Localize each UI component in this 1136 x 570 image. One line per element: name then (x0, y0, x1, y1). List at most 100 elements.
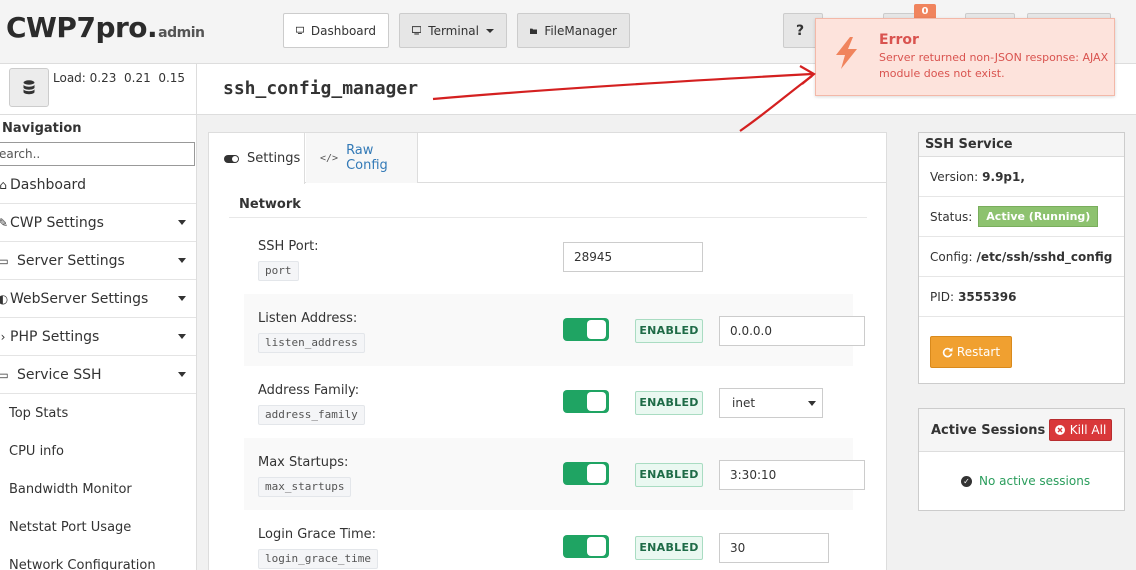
login-grace-time-toggle[interactable] (563, 535, 609, 558)
sidebar-subitem-top-stats[interactable]: Top Stats (0, 394, 196, 432)
version-label: Version: (930, 169, 979, 184)
divider (229, 217, 867, 218)
sidebar-item-server-settings[interactable]: ▭ Server Settings (0, 242, 196, 280)
terminal-button[interactable]: Terminal (399, 13, 507, 48)
folder-icon (530, 28, 538, 34)
setting-row-login-grace-time: Login Grace Time: login_grace_time ENABL… (244, 510, 853, 570)
setting-key: port (258, 261, 299, 281)
chevron-down-icon (178, 220, 186, 225)
filemanager-button[interactable]: FileManager (517, 13, 630, 48)
status-badge: ENABLED (635, 391, 703, 415)
tab-raw-config[interactable]: </> Raw Config (306, 133, 418, 183)
setting-row-max-startups: Max Startups: max_startups ENABLED 3:30:… (244, 438, 865, 510)
sidebar-subitem-netstat-port-usage[interactable]: Netstat Port Usage (0, 508, 196, 546)
help-icon: ? (796, 22, 805, 39)
page-title: ssh_config_manager (223, 78, 419, 99)
filemanager-label: FileManager (544, 23, 617, 38)
config-label: Config: (930, 249, 973, 264)
no-sessions-text: No active sessions (979, 474, 1091, 488)
kill-all-button[interactable]: Kill All (1049, 419, 1112, 441)
sidebar-item-label: WebServer Settings (10, 290, 149, 307)
ssh-service-title: SSH Service (919, 133, 1124, 157)
max-startups-toggle[interactable] (563, 462, 609, 485)
restart-label: Restart (956, 345, 1001, 359)
logo-main: CWP7pro. (6, 11, 158, 44)
tab-label: Settings (247, 151, 301, 166)
sidebar-item-label: PHP Settings (10, 328, 100, 345)
dashboard-button[interactable]: Dashboard (283, 13, 389, 48)
monitor-icon (412, 26, 422, 35)
setting-row-listen-address: Listen Address: listen_address ENABLED 0… (244, 294, 865, 366)
dashboard-label: Dashboard (310, 23, 376, 38)
error-toast[interactable]: Error Server returned non-JSON response:… (815, 18, 1115, 96)
ssh-version: Version: 9.9p1, (919, 157, 1124, 197)
setting-label: Address Family: (258, 383, 360, 398)
sidebar-item-dashboard[interactable]: ⌂ Dashboard (0, 166, 196, 204)
sidebar-item-php-settings[interactable]: › PHP Settings (0, 318, 196, 356)
sidebar-item-label: CWP Settings (10, 214, 104, 231)
logo[interactable]: CWP7pro.admin (6, 11, 205, 44)
globe-icon: ◐ (0, 292, 9, 306)
server-load: Load: 0.23 0.21 0.15 (53, 71, 186, 85)
setting-label: Listen Address: (258, 311, 358, 326)
listen-address-toggle[interactable] (563, 318, 609, 341)
monitor-icon: ▭ (0, 254, 9, 268)
setting-key: address_family (258, 405, 365, 425)
sidebar-item-webserver-settings[interactable]: ◐ WebServer Settings (0, 280, 196, 318)
code-icon: › (0, 329, 6, 344)
setting-label: Max Startups: (258, 455, 349, 470)
pid-label: PID: (930, 289, 955, 304)
chevron-down-icon (178, 258, 186, 263)
chevron-down-icon (486, 28, 494, 33)
tab-label: Raw Config (346, 143, 388, 173)
listen-address-input[interactable]: 0.0.0.0 (719, 316, 865, 346)
status-badge: ENABLED (635, 463, 703, 487)
lightning-icon (836, 37, 857, 69)
sidebar-subitem-network-configuration[interactable]: Network Configuration (0, 546, 196, 570)
setting-key: listen_address (258, 333, 365, 353)
monitor-icon (296, 26, 304, 34)
status-label: Status: (930, 209, 973, 224)
login-grace-time-input[interactable]: 30 (719, 533, 829, 563)
active-sessions-title: Active Sessions (931, 423, 1046, 438)
sidebar-item-label: Dashboard (10, 176, 86, 193)
sidebar-subitem-cpu-info[interactable]: CPU info (0, 432, 196, 470)
setting-label: SSH Port: (258, 239, 319, 254)
config-value: /etc/ssh/sshd_config (976, 249, 1113, 264)
config-panel: Settings </> Raw Config Network SSH Port… (208, 132, 887, 570)
sidebar-search-input[interactable]: earch.. (0, 142, 195, 166)
tab-settings[interactable]: Settings (209, 133, 305, 184)
setting-label: Login Grace Time: (258, 527, 377, 542)
terminal-label: Terminal (428, 23, 479, 38)
status-badge: ENABLED (635, 536, 703, 560)
code-icon: </> (320, 152, 339, 164)
ssh-service-panel: SSH Service Version: 9.9p1, Status: Acti… (918, 132, 1125, 384)
ssh-config-path: Config: /etc/ssh/sshd_config (919, 237, 1124, 277)
sidebar-item-cwp-settings[interactable]: ✎ CWP Settings (0, 204, 196, 242)
no-sessions-message: ✓ No active sessions (961, 474, 1090, 488)
divider (196, 64, 197, 115)
status-badge: Active (Running) (978, 206, 1099, 227)
setting-key: max_startups (258, 477, 352, 497)
address-family-select[interactable]: inet (719, 388, 823, 418)
home-icon: ⌂ (0, 178, 9, 192)
chevron-down-icon (808, 401, 816, 406)
sidebar-title: Navigation (2, 121, 82, 136)
toggle-icon (224, 154, 239, 163)
restart-button[interactable]: Restart (930, 336, 1012, 368)
refresh-icon (942, 347, 953, 357)
pid-value: 3555396 (958, 289, 1017, 304)
database-icon (23, 80, 35, 95)
active-sessions-panel: Active Sessions Kill All ✓ No active ses… (918, 408, 1125, 511)
max-startups-input[interactable]: 3:30:10 (719, 460, 865, 490)
kill-all-label: Kill All (1069, 423, 1107, 437)
sidebar-item-label: Server Settings (17, 252, 125, 269)
address-family-toggle[interactable] (563, 390, 609, 413)
server-button[interactable] (9, 68, 49, 107)
setting-key: login_grace_time (258, 549, 378, 569)
sidebar-item-service-ssh[interactable]: ▭ Service SSH (0, 356, 196, 394)
check-circle-icon: ✓ (961, 475, 972, 487)
port-input[interactable]: 28945 (563, 242, 703, 272)
section-title: Network (239, 197, 301, 212)
sidebar-subitem-bandwidth-monitor[interactable]: Bandwidth Monitor (0, 470, 196, 508)
